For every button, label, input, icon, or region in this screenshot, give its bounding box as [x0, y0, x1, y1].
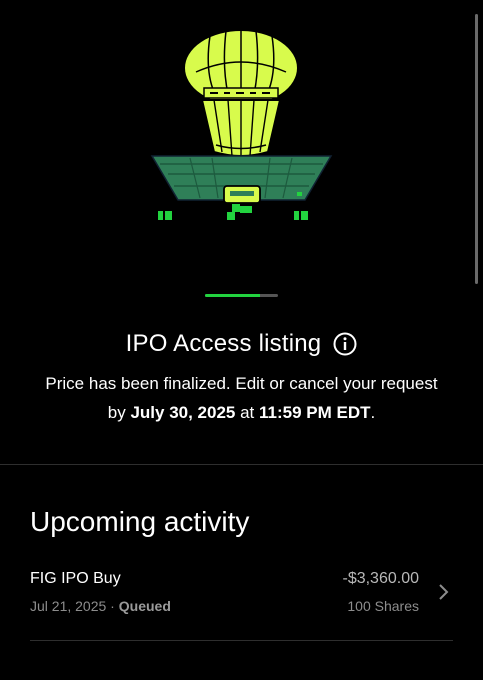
activity-name: FIG IPO Buy — [30, 570, 121, 587]
hot-air-balloon-building-illustration — [150, 29, 333, 220]
chevron-right-icon[interactable] — [437, 582, 451, 602]
activity-date: Jul 21, 2025 — [30, 598, 107, 614]
subtitle-mid: at — [235, 403, 259, 422]
deadline-time: 11:59 PM EDT — [259, 403, 371, 422]
ipo-title-row: IPO Access listing — [0, 330, 483, 358]
meta-separator: · — [106, 598, 119, 614]
hero-illustration — [0, 0, 483, 290]
ipo-access-title: IPO Access listing — [125, 330, 322, 357]
activity-shares: 100 Shares — [347, 598, 419, 614]
activity-status: Queued — [118, 598, 171, 614]
scrollbar[interactable] — [475, 14, 478, 284]
info-icon[interactable] — [333, 332, 357, 356]
carousel-progress-fill — [205, 294, 260, 297]
carousel-progress — [205, 294, 278, 297]
subtitle-end: . — [370, 403, 376, 422]
activity-row[interactable]: FIG IPO Buy Jul 21, 2025 · Queued -$3,36… — [30, 566, 453, 640]
activity-amount: -$3,360.00 — [342, 570, 419, 587]
deadline-date: July 30, 2025 — [130, 403, 236, 422]
section-divider — [0, 464, 483, 465]
activity-meta: Jul 21, 2025 · Queued — [30, 598, 171, 614]
row-divider — [30, 640, 453, 641]
ipo-deadline-text: Price has been finalized. Edit or cancel… — [40, 369, 443, 427]
upcoming-activity-title: Upcoming activity — [30, 506, 250, 537]
